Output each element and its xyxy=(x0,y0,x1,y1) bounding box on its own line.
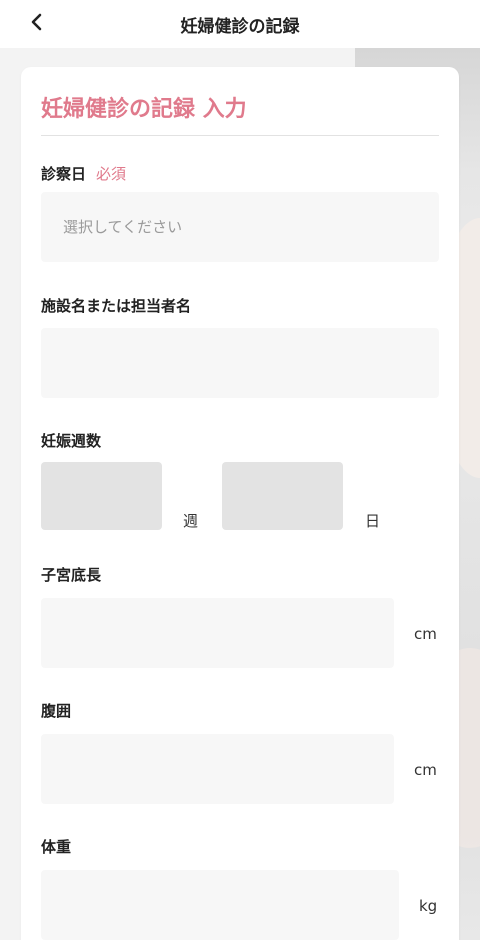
required-badge: 必須 xyxy=(96,165,127,183)
fundal-height-unit: cm xyxy=(414,625,437,643)
page-title: 妊婦健診の記録 xyxy=(180,17,300,37)
weight-label: 体重 xyxy=(41,838,72,856)
weeks-unit: 週 xyxy=(183,512,199,530)
top-bar: 妊婦健診の記録 xyxy=(0,0,480,48)
gestational-age-label: 妊娠週数 xyxy=(41,432,102,450)
gestational-weeks-input[interactable] xyxy=(41,462,162,530)
divider xyxy=(41,135,439,136)
form-title: 妊婦健診の記録 入力 xyxy=(41,97,247,122)
facility-label: 施設名または担当者名 xyxy=(41,297,192,315)
form-card: 妊婦健診の記録 入力 診察日 必須 選択してください 施設名または担当者名 妊娠週… xyxy=(21,67,459,940)
days-unit: 日 xyxy=(365,512,381,530)
exam-date-label-text: 診察日 xyxy=(41,165,87,183)
exam-date-select[interactable]: 選択してください xyxy=(41,192,439,262)
gestational-days-input[interactable] xyxy=(222,462,343,530)
fundal-height-label: 子宮底長 xyxy=(41,566,102,584)
abdominal-circumference-label: 腹囲 xyxy=(41,702,72,720)
exam-date-placeholder: 選択してください xyxy=(63,218,183,236)
abdominal-circumference-input[interactable] xyxy=(41,734,394,804)
fundal-height-input[interactable] xyxy=(41,598,394,668)
abdominal-circumference-unit: cm xyxy=(414,761,437,779)
weight-input[interactable] xyxy=(41,870,399,940)
weight-unit: kg xyxy=(419,897,438,915)
exam-date-label: 診察日 必須 xyxy=(41,163,126,184)
facility-input[interactable] xyxy=(41,328,439,398)
